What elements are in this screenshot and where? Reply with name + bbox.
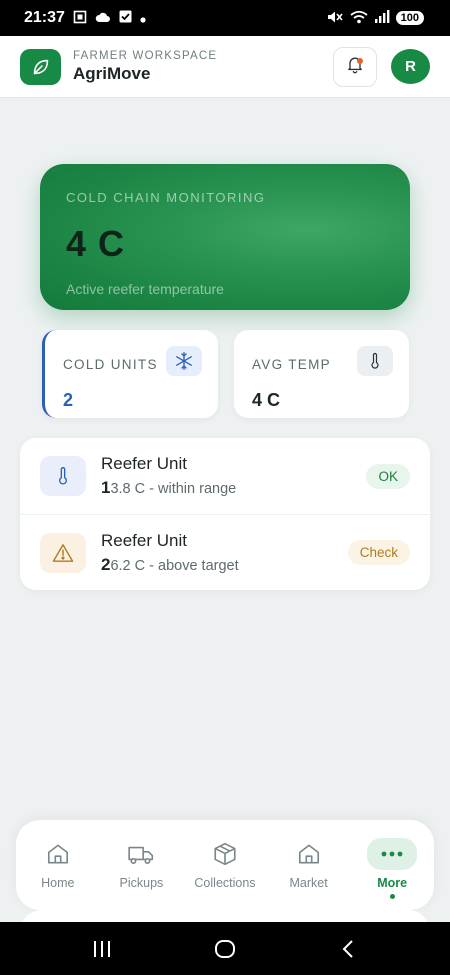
workspace-label: FARMER WORKSPACE xyxy=(73,49,218,62)
home-button[interactable] xyxy=(205,929,245,969)
box-icon xyxy=(212,838,238,870)
status-badge: OK xyxy=(366,463,410,489)
hero-caption: Active reefer temperature xyxy=(66,281,224,297)
home-icon xyxy=(296,838,322,870)
list-item[interactable]: Reefer Unit 13.8 C - within range OK xyxy=(20,438,430,514)
signal-icon xyxy=(374,10,390,26)
nav-more[interactable]: More xyxy=(354,838,430,899)
home-icon xyxy=(45,838,71,870)
stat-label: COLD UNITS xyxy=(63,356,158,372)
nav-market[interactable]: Market xyxy=(271,838,347,890)
check-square-icon xyxy=(119,10,132,26)
truck-icon xyxy=(127,838,155,870)
unit-detail: 26.2 C - above target xyxy=(101,555,239,575)
leaf-icon xyxy=(20,48,61,85)
nav-label: More xyxy=(377,876,408,890)
stat-label: AVG TEMP xyxy=(252,356,331,372)
cloud-icon xyxy=(95,11,111,26)
avatar[interactable]: R xyxy=(391,49,430,84)
stat-value: 4 C xyxy=(252,390,281,410)
active-indicator xyxy=(389,894,395,899)
back-button[interactable] xyxy=(328,929,368,969)
brand: FARMER WORKSPACE AgriMove xyxy=(73,50,217,84)
wifi-icon xyxy=(350,10,368,27)
hero-temperature: 4 C xyxy=(66,223,126,264)
stat-value: 2 xyxy=(63,390,74,410)
unit-detail: 13.8 C - within range xyxy=(101,478,236,498)
status-badge: Check xyxy=(347,540,410,565)
status-time: 21:37 xyxy=(24,9,65,26)
system-navigation-bar xyxy=(0,922,450,975)
app-title: AgriMove xyxy=(73,63,151,83)
stat-card-cold-units: COLD UNITS 2 xyxy=(42,330,218,418)
screenshot-icon xyxy=(73,10,87,27)
nav-label: Collections xyxy=(194,876,256,890)
nav-home[interactable]: Home xyxy=(20,838,96,890)
mute-icon xyxy=(326,10,344,27)
list-item[interactable]: Reefer Unit 26.2 C - above target Check xyxy=(20,514,430,590)
nav-label: Market xyxy=(289,876,328,890)
bell-icon xyxy=(345,54,365,79)
nav-collections[interactable]: Collections xyxy=(187,838,263,890)
stat-card-avg-temp: AVG TEMP 4 C xyxy=(234,330,409,418)
unit-reading: 6.2 C - above target xyxy=(110,557,239,574)
battery-indicator: 100 xyxy=(395,11,424,25)
nav-pickups[interactable]: Pickups xyxy=(103,838,179,890)
thermometer-icon xyxy=(40,456,86,496)
unit-reading: 3.8 C - within range xyxy=(110,481,237,497)
unit-title: Reefer Unit xyxy=(101,530,187,550)
thermometer-icon xyxy=(357,346,393,376)
dot-icon xyxy=(140,11,146,26)
bottom-navigation: Home Pickups Collections Market More xyxy=(16,820,434,910)
notifications-button[interactable] xyxy=(333,46,377,87)
hero-label: COLD CHAIN MONITORING xyxy=(66,190,266,205)
app-header: FARMER WORKSPACE AgriMove R xyxy=(0,36,450,98)
status-bar: 21:37 100 xyxy=(0,0,450,36)
recent-apps-button[interactable] xyxy=(82,929,122,969)
unit-title: Reefer Unit xyxy=(101,454,187,473)
nav-label: Pickups xyxy=(119,876,164,890)
reefer-unit-list: Reefer Unit 13.8 C - within range OK Ree… xyxy=(20,438,430,590)
nav-label: Home xyxy=(41,876,75,890)
snowflake-icon xyxy=(166,346,202,376)
warning-icon xyxy=(40,532,86,573)
cold-chain-hero-card: COLD CHAIN MONITORING 4 C Active reefer … xyxy=(40,164,410,310)
more-icon xyxy=(367,838,418,870)
notification-badge xyxy=(357,57,363,64)
